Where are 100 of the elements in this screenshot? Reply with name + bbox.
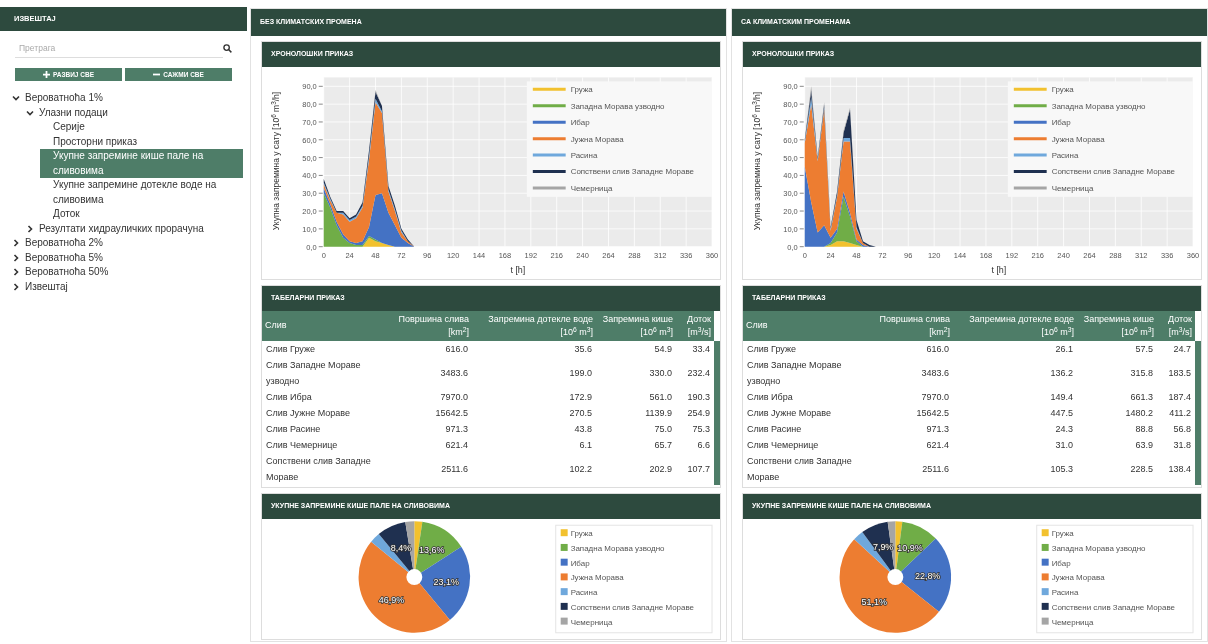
tick-mark [799,174,805,176]
table-cell: 35.6 [472,341,596,357]
chevron-right-icon[interactable] [26,224,34,233]
table-cell-text: 183.5 [1167,367,1192,380]
table-cell-text: 447.5 [1049,407,1074,420]
table-cell-text: 15642.5 [915,407,950,420]
table-cell-text: 102.2 [568,463,593,476]
tick-mark [799,157,805,159]
tree-item[interactable]: Вероватноћа 50% [12,265,243,280]
table-cell-text: Слив Западне Мораве узводно [746,359,843,388]
legend-label: Западна Морава узводно [1051,543,1146,553]
table-cell-text: 7970.0 [920,391,950,404]
column-header-cell: Запремина дотекле воде [10$^{6}$ m$^{3}$] [953,311,1077,341]
table-cell-text: 138.4 [1167,463,1192,476]
chevron-down-icon[interactable] [12,94,20,102]
column-header-cell: Површина слива [km$^{2}$] [390,311,472,341]
table-cell-text: Слив Јужне Мораве [746,407,832,420]
tree-item[interactable]: Извештај [12,279,243,294]
table-cell: Слив Груже [262,341,390,357]
table-cell-text: 561.0 [648,391,673,404]
tick-mark [799,121,805,123]
search-field[interactable]: Претрага [15,38,223,58]
tick-mark [318,246,324,248]
table-cell-text: 3483.6 [920,367,950,380]
tree-item[interactable]: Резултати хидрауличких прорачуна [26,221,243,236]
slice-label: 22,8% [914,570,941,581]
table-cell-text: 107.7 [686,463,711,476]
tick-mark [318,121,324,123]
chevron-right-icon[interactable] [12,239,20,247]
chevron-right-icon[interactable] [12,253,20,262]
tick-mark [318,174,324,176]
table-cell: 24.7 [1157,341,1195,357]
scrollbar[interactable] [714,341,720,485]
legend-label: Ибар [1051,558,1071,568]
tree-item[interactable]: Доток [40,207,243,222]
table-cell-text: 6.1 [578,439,593,452]
table-cell-text: Слив Чемернице [265,439,339,452]
tree-item[interactable]: Укупне запремине дотекле воде на сливовима [40,178,243,207]
slice-label: 10,9% [897,543,923,554]
legend-label: Гружа [1051,529,1074,539]
table-cell-text: Слив Расине [746,423,803,436]
chevron-right-icon[interactable] [12,282,20,291]
legend-label: Расина [570,151,598,161]
tree-item[interactable]: Просторни приказ [40,134,243,149]
table-cell-text: 31.8 [1172,439,1192,452]
legend-label: Чемерница [1051,617,1094,627]
tick-mark [799,228,805,230]
table-cell-text: 7970.0 [439,391,469,404]
legend-label: Јужна Морава [570,573,624,583]
table-cell-text: 6.6 [696,439,711,452]
legend-label: Гружа [570,85,593,95]
scrollbar[interactable] [1195,341,1201,485]
table-cell-text: 202.9 [648,463,673,476]
table-cell-text: 971.3 [444,423,469,436]
table-cell-text: 187.4 [1167,391,1192,404]
tick-mark [799,103,805,105]
table-cell-text: 56.8 [1172,423,1192,436]
tick-mark [799,85,805,87]
slice-label: 23,1% [433,576,459,587]
column-header-cell: Запремина кише [10$^{6}$ m$^{3}$] [1077,311,1157,341]
legend-label: Расина [570,588,598,598]
table-cell-text: 75.3 [691,423,711,436]
plus-icon [42,71,50,78]
table-cell-text: 172.9 [568,391,593,404]
tick-mark [318,210,324,212]
tree-item[interactable]: Вероватноћа 5% [12,250,243,265]
table-cell-text: Сопствени слив Западне Мораве [265,455,372,484]
donut-hole [887,569,904,585]
table-cell-text: Слив Расине [265,423,322,436]
column-header-cell: Запремина кише [10$^{6}$ m$^{3}$] [596,311,676,341]
legend-label: Ибар [570,118,590,128]
table-cell: 33.4 [676,341,714,357]
axis-title: t [h] [991,264,1007,275]
legend-label: Ибар [1051,118,1071,128]
tree-item[interactable]: Укупне запремине кише пале на сливовима [40,149,243,178]
tick-mark [799,139,805,141]
table-cell: 616.0 [871,341,953,357]
slice-label: 46,9% [378,594,405,605]
chevron-right-icon[interactable] [12,268,20,276]
tree-item[interactable]: Вероватноћа 1% [12,91,243,106]
table-cell-text: 228.5 [1129,463,1154,476]
table-cell-text: 330.0 [648,367,673,380]
table-cell-text: 63.9 [1134,439,1154,452]
table-cell-text: 31.0 [1054,439,1074,452]
column-header-cell: Површина слива [km$^{2}$] [871,311,953,341]
table-cell-text: 149.4 [1049,391,1074,404]
chevron-down-icon[interactable] [26,108,34,117]
slice-label: 51,1% [861,596,888,607]
tree-item[interactable]: Улазни подаци [26,105,243,120]
tick-mark [318,85,324,87]
tree-item[interactable]: Вероватноћа 2% [12,236,243,251]
table-cell-text: 1480.2 [1124,407,1154,420]
table-cell-text: 661.3 [1129,391,1154,404]
tick-mark [318,139,324,141]
column-header-cell: Слив [743,311,871,341]
table-cell-text: 315.8 [1129,367,1154,380]
tick-mark [318,103,324,105]
tree-item[interactable]: Серије [40,120,243,135]
legend-label: Гружа [1051,85,1074,95]
table-cell: 616.0 [390,341,472,357]
